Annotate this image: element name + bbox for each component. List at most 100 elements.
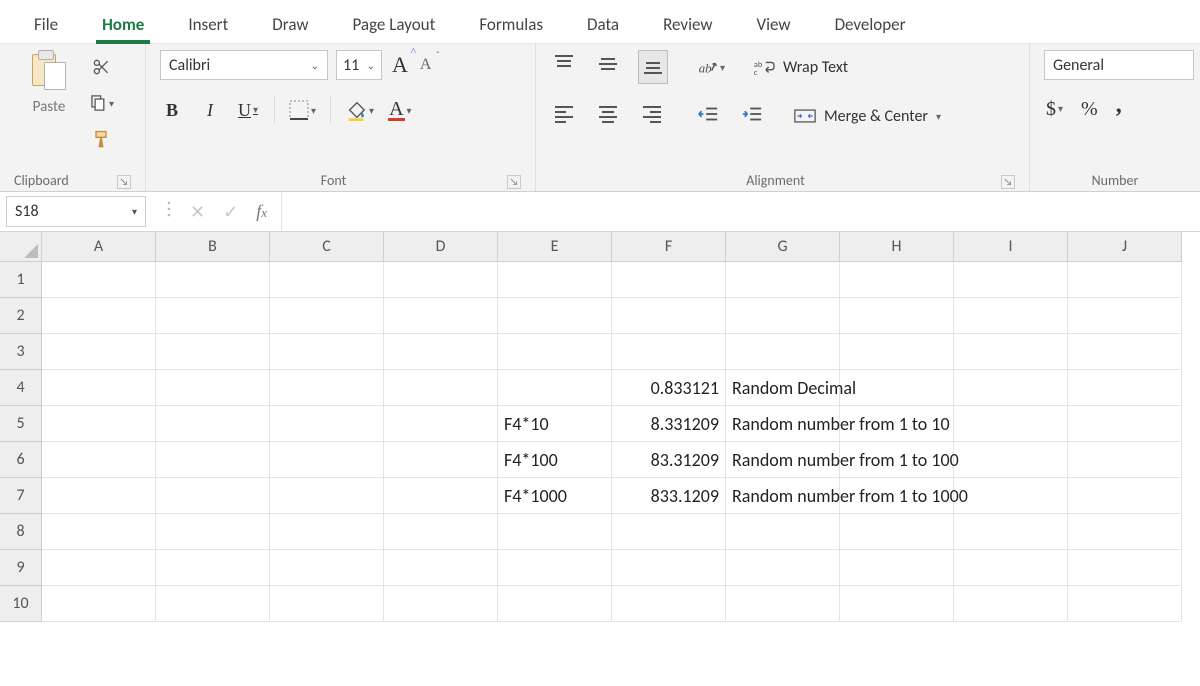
cell-F10[interactable]: [612, 586, 726, 622]
tab-page-layout[interactable]: Page Layout: [331, 4, 458, 43]
tab-home[interactable]: Home: [80, 4, 166, 43]
cell-E5[interactable]: F4*10: [498, 406, 612, 442]
cell-H9[interactable]: [840, 550, 954, 586]
accounting-format-button[interactable]: $ ▾: [1044, 98, 1065, 121]
align-left-button[interactable]: [550, 100, 578, 132]
cell-C4[interactable]: [270, 370, 384, 406]
cell-E1[interactable]: [498, 262, 612, 298]
cell-G9[interactable]: [726, 550, 840, 586]
merge-center-button[interactable]: Merge & Center ▾: [794, 106, 941, 126]
grow-font-button[interactable]: A^: [390, 52, 410, 78]
cell-I5[interactable]: [954, 406, 1068, 442]
font-name-combo[interactable]: Calibri ⌄: [160, 50, 328, 80]
cell-I10[interactable]: [954, 586, 1068, 622]
tab-file[interactable]: File: [12, 4, 80, 43]
cut-button[interactable]: [88, 54, 114, 80]
cell-B8[interactable]: [156, 514, 270, 550]
row-header-8[interactable]: 8: [0, 514, 42, 550]
cell-C5[interactable]: [270, 406, 384, 442]
cell-J5[interactable]: [1068, 406, 1182, 442]
cell-G2[interactable]: [726, 298, 840, 334]
cell-B6[interactable]: [156, 442, 270, 478]
increase-indent-button[interactable]: [738, 101, 766, 131]
cell-B1[interactable]: [156, 262, 270, 298]
cell-C7[interactable]: [270, 478, 384, 514]
cell-C1[interactable]: [270, 262, 384, 298]
cell-A10[interactable]: [42, 586, 156, 622]
cell-I1[interactable]: [954, 262, 1068, 298]
cell-I3[interactable]: [954, 334, 1068, 370]
cell-J6[interactable]: [1068, 442, 1182, 478]
cell-J2[interactable]: [1068, 298, 1182, 334]
cell-I8[interactable]: [954, 514, 1068, 550]
cell-H1[interactable]: [840, 262, 954, 298]
align-right-button[interactable]: [638, 100, 666, 132]
cell-B9[interactable]: [156, 550, 270, 586]
cell-H10[interactable]: [840, 586, 954, 622]
row-header-10[interactable]: 10: [0, 586, 42, 622]
comma-format-button[interactable]: ,: [1114, 92, 1124, 119]
cell-J8[interactable]: [1068, 514, 1182, 550]
cell-C9[interactable]: [270, 550, 384, 586]
percent-format-button[interactable]: %: [1079, 98, 1100, 121]
column-header-F[interactable]: F: [612, 232, 726, 262]
clipboard-dialog-launcher[interactable]: [117, 175, 131, 189]
cell-F1[interactable]: [612, 262, 726, 298]
column-header-D[interactable]: D: [384, 232, 498, 262]
cell-D3[interactable]: [384, 334, 498, 370]
align-middle-button[interactable]: [594, 50, 622, 84]
cell-A1[interactable]: [42, 262, 156, 298]
tab-insert[interactable]: Insert: [166, 4, 250, 43]
row-header-5[interactable]: 5: [0, 406, 42, 442]
cell-C2[interactable]: [270, 298, 384, 334]
cell-C3[interactable]: [270, 334, 384, 370]
cell-I9[interactable]: [954, 550, 1068, 586]
cell-B2[interactable]: [156, 298, 270, 334]
cell-G5[interactable]: Random number from 1 to 10: [726, 406, 840, 442]
row-header-7[interactable]: 7: [0, 478, 42, 514]
cell-B5[interactable]: [156, 406, 270, 442]
wrap-text-button[interactable]: abc Wrap Text: [753, 57, 848, 77]
cell-A3[interactable]: [42, 334, 156, 370]
column-header-H[interactable]: H: [840, 232, 954, 262]
row-header-4[interactable]: 4: [0, 370, 42, 406]
row-header-3[interactable]: 3: [0, 334, 42, 370]
paste-button[interactable]: Paste: [14, 50, 84, 116]
cell-D1[interactable]: [384, 262, 498, 298]
number-format-combo[interactable]: General: [1044, 50, 1194, 80]
shrink-font-button[interactable]: Aˇ: [418, 56, 434, 74]
cell-D6[interactable]: [384, 442, 498, 478]
cell-C8[interactable]: [270, 514, 384, 550]
format-painter-button[interactable]: [88, 126, 114, 152]
font-color-button[interactable]: A ▾: [388, 100, 411, 121]
column-header-C[interactable]: C: [270, 232, 384, 262]
cell-F8[interactable]: [612, 514, 726, 550]
cell-H4[interactable]: [840, 370, 954, 406]
alignment-dialog-launcher[interactable]: [1001, 175, 1015, 189]
copy-button[interactable]: ▾: [88, 90, 114, 116]
select-all-corner[interactable]: [0, 232, 42, 262]
cell-F5[interactable]: 8.331209: [612, 406, 726, 442]
cell-D5[interactable]: [384, 406, 498, 442]
column-header-A[interactable]: A: [42, 232, 156, 262]
cell-D2[interactable]: [384, 298, 498, 334]
align-center-button[interactable]: [594, 100, 622, 132]
decrease-indent-button[interactable]: [694, 101, 722, 131]
cell-J7[interactable]: [1068, 478, 1182, 514]
cell-H3[interactable]: [840, 334, 954, 370]
cell-J1[interactable]: [1068, 262, 1182, 298]
cell-A6[interactable]: [42, 442, 156, 478]
cell-I4[interactable]: [954, 370, 1068, 406]
cell-H8[interactable]: [840, 514, 954, 550]
cell-J4[interactable]: [1068, 370, 1182, 406]
name-box[interactable]: S18 ▾: [6, 196, 146, 227]
cell-I6[interactable]: [954, 442, 1068, 478]
tab-review[interactable]: Review: [641, 4, 734, 43]
cell-A9[interactable]: [42, 550, 156, 586]
cell-J10[interactable]: [1068, 586, 1182, 622]
cell-B10[interactable]: [156, 586, 270, 622]
cell-E9[interactable]: [498, 550, 612, 586]
cell-B3[interactable]: [156, 334, 270, 370]
borders-button[interactable]: ▾: [289, 100, 316, 120]
orientation-button[interactable]: ab ▾: [696, 56, 725, 78]
